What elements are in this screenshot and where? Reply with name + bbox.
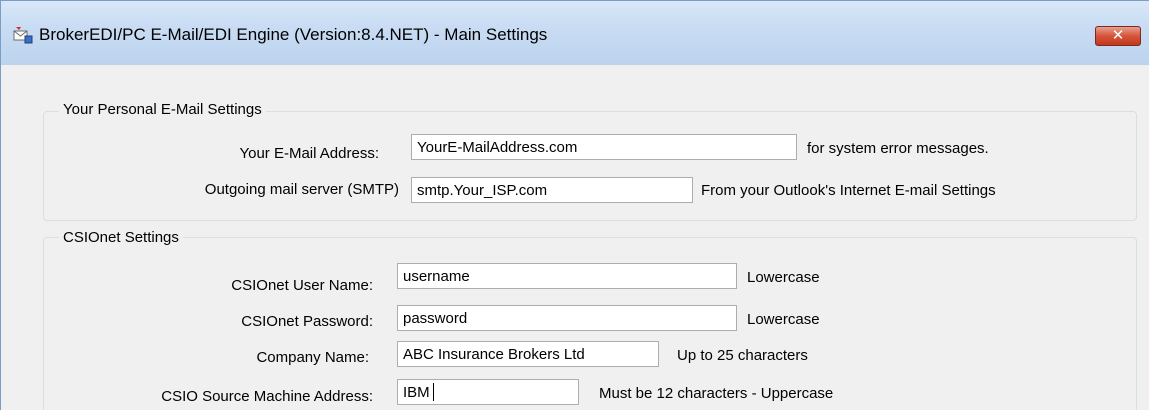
smtp-server-label: Outgoing mail server (SMTP)	[204, 181, 399, 198]
email-address-hint: for system error messages.	[807, 140, 989, 157]
source-machine-address-label: CSIO Source Machine Address:	[161, 388, 373, 405]
csionet-password-field[interactable]	[397, 305, 737, 331]
title-bar[interactable]: BrokerEDI/PC E-Mail/EDI Engine (Version:…	[1, 1, 1149, 65]
email-address-label: Your E-Mail Address:	[239, 145, 379, 162]
company-name-hint: Up to 25 characters	[677, 347, 808, 364]
source-machine-address-hint: Must be 12 characters - Uppercase	[599, 385, 834, 402]
window-client-area: Your Personal E-Mail Settings Your E-Mai…	[9, 65, 1141, 410]
email-settings-group	[43, 111, 1137, 221]
smtp-server-field[interactable]	[411, 177, 693, 203]
csionet-username-hint: Lowercase	[747, 269, 820, 286]
smtp-server-hint: From your Outlook's Internet E-mail Sett…	[701, 182, 996, 199]
email-settings-group-title: Your Personal E-Mail Settings	[59, 101, 266, 118]
csionet-password-hint: Lowercase	[747, 311, 820, 328]
close-button[interactable]: ✕	[1095, 26, 1141, 46]
settings-window: BrokerEDI/PC E-Mail/EDI Engine (Version:…	[0, 0, 1149, 410]
csionet-username-label: CSIOnet User Name:	[231, 277, 373, 294]
text-caret	[433, 383, 434, 401]
email-address-field[interactable]	[411, 134, 797, 160]
source-machine-address-field[interactable]	[397, 379, 579, 405]
csionet-settings-group-title: CSIOnet Settings	[59, 229, 183, 246]
company-name-field[interactable]	[397, 341, 659, 367]
company-name-label: Company Name:	[256, 349, 369, 366]
window-title: BrokerEDI/PC E-Mail/EDI Engine (Version:…	[39, 25, 548, 44]
close-icon: ✕	[1111, 27, 1125, 44]
envelope-app-icon	[13, 25, 33, 45]
csionet-password-label: CSIOnet Password:	[241, 313, 373, 330]
csionet-username-field[interactable]	[397, 263, 737, 289]
